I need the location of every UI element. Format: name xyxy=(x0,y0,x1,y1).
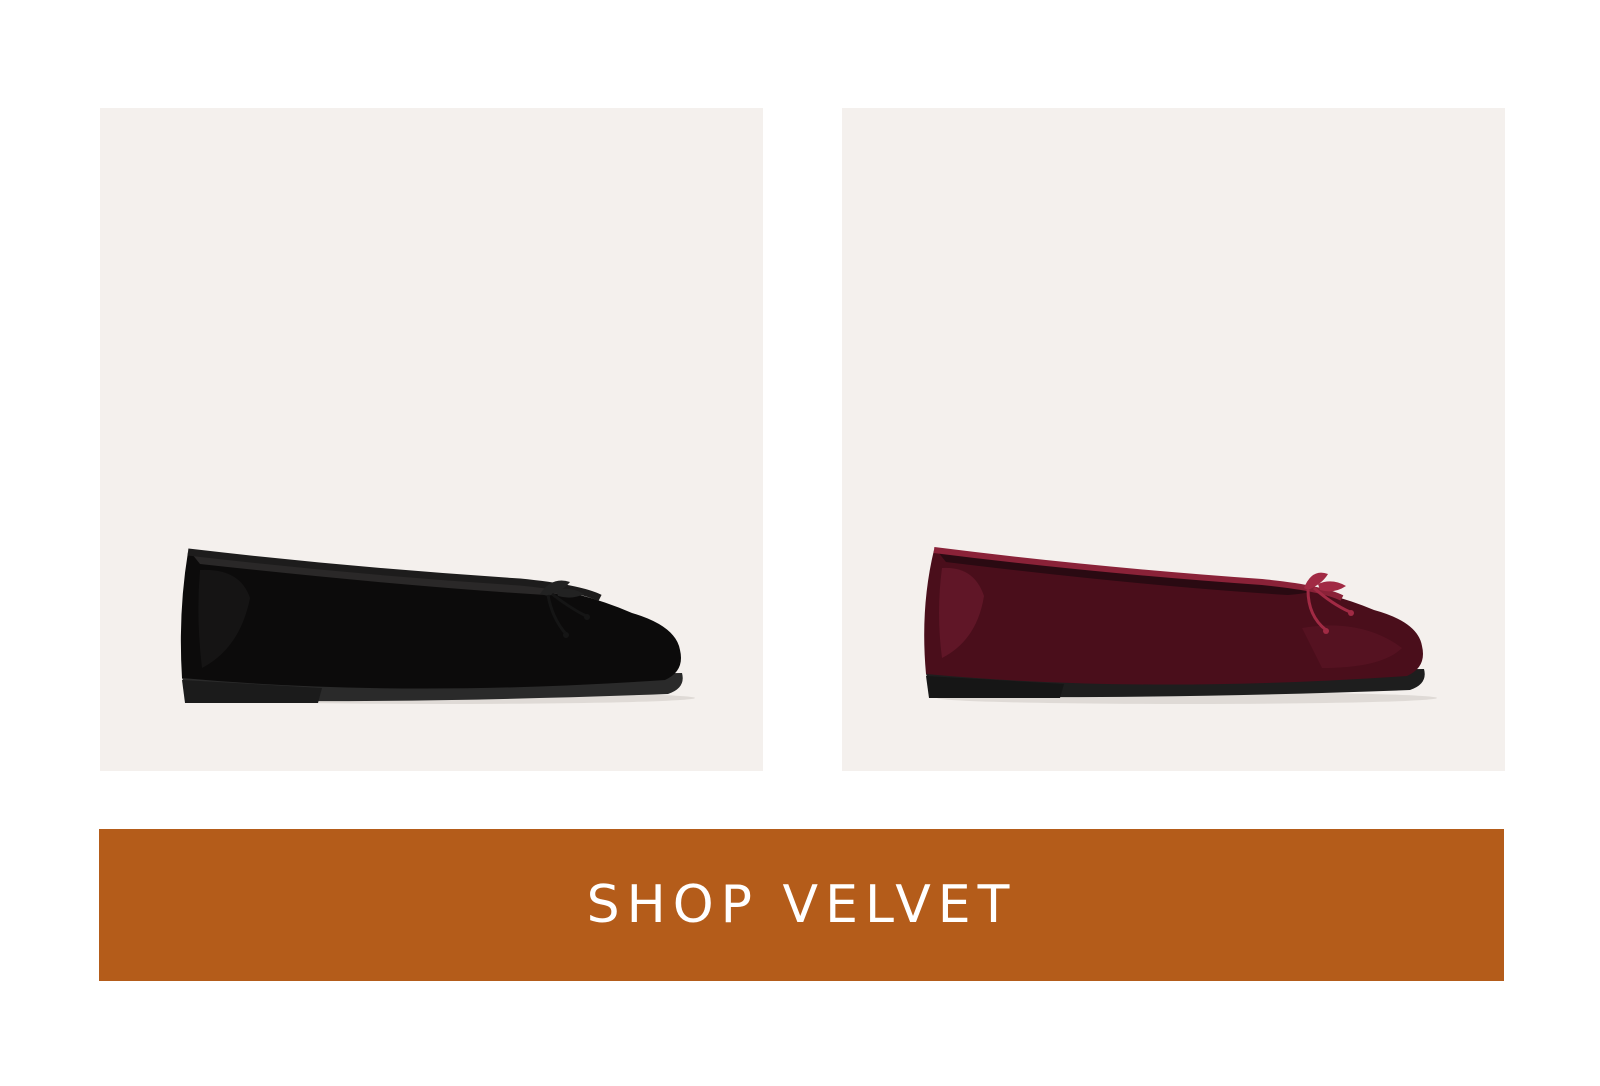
burgundy-velvet-ballet-flat-image xyxy=(924,547,1437,704)
shop-velvet-button[interactable]: SHOP VELVET xyxy=(99,829,1504,981)
product-tile-burgundy-velvet-flat[interactable] xyxy=(842,108,1505,771)
black-velvet-ballet-flat-image xyxy=(180,548,695,704)
product-tile-black-velvet-flat[interactable] xyxy=(100,108,763,771)
promo-page: SHOP VELVET xyxy=(0,0,1600,1086)
shop-velvet-button-label: SHOP VELVET xyxy=(586,875,1017,935)
